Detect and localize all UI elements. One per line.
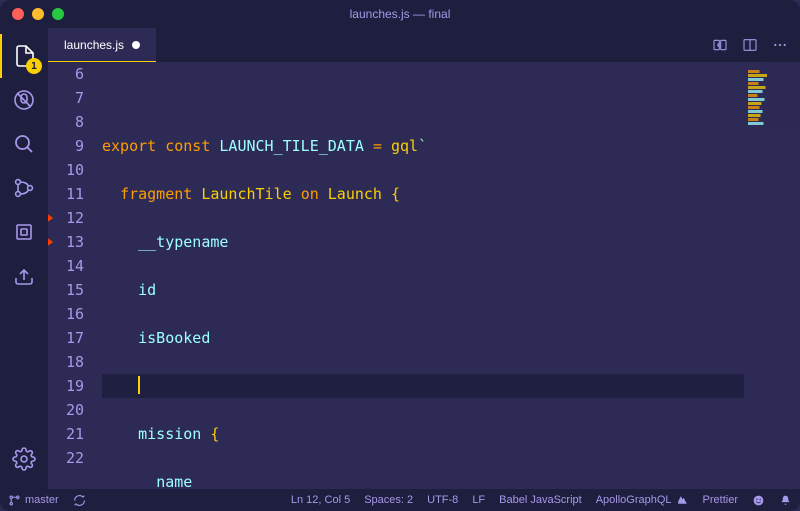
search-icon[interactable] <box>0 122 48 166</box>
code-content[interactable]: export const LAUNCH_TILE_DATA = gql` fra… <box>102 62 744 489</box>
status-feedback-icon[interactable] <box>752 494 765 507</box>
maximize-window-button[interactable] <box>52 8 64 20</box>
status-sync-icon[interactable] <box>73 494 86 507</box>
source-control-icon[interactable] <box>0 166 48 210</box>
more-actions-icon[interactable] <box>772 37 788 53</box>
minimap[interactable] <box>744 62 800 489</box>
status-prettier[interactable]: Prettier <box>703 494 738 506</box>
breakpoint-marker-icon[interactable] <box>48 213 53 223</box>
activity-bar: 1 <box>0 28 48 489</box>
status-eol[interactable]: LF <box>472 494 485 506</box>
unsaved-indicator-icon <box>132 41 140 49</box>
settings-gear-icon[interactable] <box>0 437 48 481</box>
status-encoding[interactable]: UTF-8 <box>427 494 458 506</box>
compare-changes-icon[interactable] <box>712 37 728 53</box>
window-controls <box>0 8 64 20</box>
status-bar: master Ln 12, Col 5 Spaces: 2 UTF-8 LF B… <box>0 489 800 511</box>
minimize-window-button[interactable] <box>32 8 44 20</box>
no-bugs-icon[interactable] <box>0 78 48 122</box>
code-editor[interactable]: 6 7 8 9 10 11 12 13 14 15 16 17 18 19 20… <box>48 62 800 489</box>
tab-bar: launches.js <box>48 28 800 62</box>
debug-icon[interactable] <box>0 210 48 254</box>
status-notifications-icon[interactable] <box>779 494 792 507</box>
explorer-badge: 1 <box>26 58 42 74</box>
status-apollo[interactable]: ApolloGraphQL <box>596 494 689 507</box>
tab-label: launches.js <box>64 38 124 52</box>
window-title: launches.js — final <box>350 7 451 21</box>
titlebar: launches.js — final <box>0 0 800 28</box>
line-number-gutter: 6 7 8 9 10 11 12 13 14 15 16 17 18 19 20… <box>48 62 102 489</box>
status-branch[interactable]: master <box>8 494 59 507</box>
tab-launches-js[interactable]: launches.js <box>48 28 156 62</box>
split-editor-icon[interactable] <box>742 37 758 53</box>
breakpoint-marker-icon[interactable] <box>48 237 53 247</box>
share-icon[interactable] <box>0 254 48 298</box>
status-cursor-pos[interactable]: Ln 12, Col 5 <box>291 494 350 506</box>
close-window-button[interactable] <box>12 8 24 20</box>
editor-window: launches.js — final 1 <box>0 0 800 511</box>
explorer-icon[interactable]: 1 <box>0 34 48 78</box>
status-indent[interactable]: Spaces: 2 <box>364 494 413 506</box>
text-cursor <box>138 376 140 394</box>
status-language[interactable]: Babel JavaScript <box>499 494 582 506</box>
